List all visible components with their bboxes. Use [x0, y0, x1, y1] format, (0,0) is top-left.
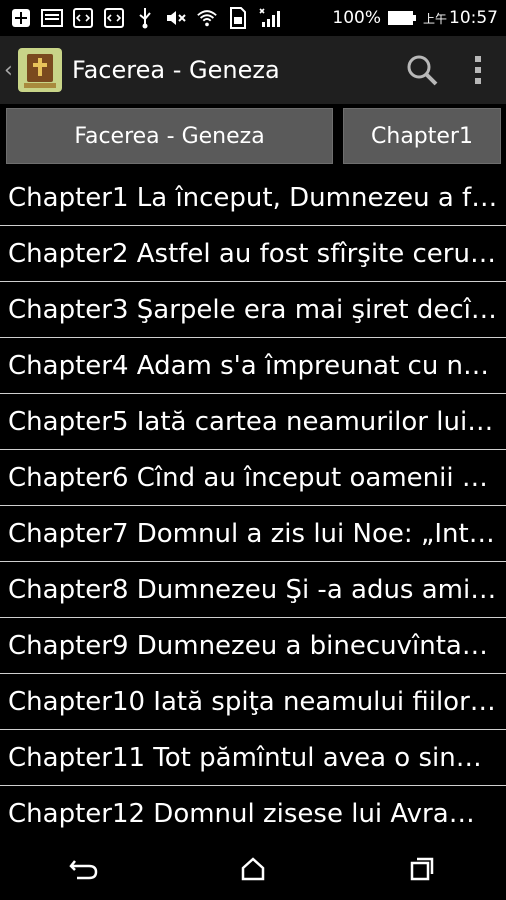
list-item[interactable]: Chapter9 Dumnezeu a binecuvîntat pe Noe — [0, 618, 506, 674]
status-bar: 100% 上午 10:57 — [0, 0, 506, 36]
list-item[interactable]: Chapter1 La început, Dumnezeu a făcut ce… — [0, 170, 506, 226]
list-item[interactable]: Chapter10 Iată spiţa neamului fiilor lui… — [0, 674, 506, 730]
back-button[interactable] — [54, 844, 114, 894]
chapter-label: Chapter6 Cînd au început oamenii să se î… — [8, 462, 498, 493]
battery-icon — [387, 8, 417, 28]
chapter-label: Chapter12 Domnul zisese lui Avram: „Ieşi… — [8, 798, 498, 829]
search-icon — [407, 55, 438, 86]
list-item[interactable]: Chapter6 Cînd au început oamenii să se î… — [0, 450, 506, 506]
list-item[interactable]: Chapter5 Iată cartea neamurilor lui Adam… — [0, 394, 506, 450]
mute-icon — [165, 8, 187, 28]
add-icon — [10, 8, 32, 28]
chapter-label: Chapter7 Domnul a zis lui Noe: „Intră în… — [8, 518, 498, 549]
list-item[interactable]: Chapter3 Şarpele era mai şiret decît toa… — [0, 282, 506, 338]
list-item[interactable]: Chapter2 Astfel au fost sfîrşite ceruril… — [0, 226, 506, 282]
sim-icon — [227, 7, 249, 29]
back-icon — [69, 860, 98, 880]
chapter-list[interactable]: Chapter1 La început, Dumnezeu a făcut ce… — [0, 170, 506, 838]
recent-apps-button[interactable] — [392, 844, 452, 894]
home-icon — [241, 857, 265, 881]
code-icon — [103, 8, 125, 28]
chapter-label: Chapter8 Dumnezeu Şi -a adus aminte de N… — [8, 574, 498, 605]
chapter-label: Chapter2 Astfel au fost sfîrşite ceruril… — [8, 238, 498, 269]
chapter-label: Chapter10 Iată spiţa neamului fiilor lui… — [8, 686, 498, 717]
chapter-label: Chapter11 Tot pămîntul avea o singură li… — [8, 742, 498, 773]
clock-time: 10:57 — [449, 8, 498, 28]
search-button[interactable] — [394, 36, 450, 104]
bible-app-icon[interactable] — [18, 48, 62, 92]
chapter-label: Chapter9 Dumnezeu a binecuvîntat pe Noe — [8, 630, 498, 661]
wifi-icon — [196, 8, 218, 28]
chapter-label: Chapter3 Şarpele era mai şiret decît toa… — [8, 294, 498, 325]
list-item[interactable]: Chapter12 Domnul zisese lui Avram: „Ieşi… — [0, 786, 506, 838]
overflow-menu-icon — [475, 56, 481, 84]
image-icon — [41, 8, 63, 28]
book-selector-button[interactable]: Facerea - Geneza — [6, 108, 333, 164]
recent-apps-icon — [410, 857, 433, 881]
code-icon — [72, 8, 94, 28]
usb-icon — [134, 8, 156, 29]
chapter-selector-button[interactable]: Chapter1 — [343, 108, 501, 164]
overflow-menu-button[interactable] — [450, 36, 506, 104]
navigation-bar — [0, 838, 506, 900]
list-item[interactable]: Chapter11 Tot pămîntul avea o singură li… — [0, 730, 506, 786]
list-item[interactable]: Chapter8 Dumnezeu Şi -a adus aminte de N… — [0, 562, 506, 618]
chapter-label: Chapter1 La început, Dumnezeu a făcut ce… — [8, 182, 498, 213]
clock-prefix: 上午 — [422, 12, 447, 26]
chapter-label: Chapter4 Adam s'a împreunat cu nevastă-s… — [8, 350, 498, 381]
up-caret-icon[interactable]: ‹ — [4, 58, 14, 83]
chapter-label: Chapter5 Iată cartea neamurilor lui Adam… — [8, 406, 498, 437]
action-bar: ‹ Facerea - Geneza — [0, 36, 506, 104]
list-item[interactable]: Chapter4 Adam s'a împreunat cu nevastă-s… — [0, 338, 506, 394]
page-title: Facerea - Geneza — [72, 56, 280, 84]
signal-icon — [258, 8, 280, 28]
battery-percent: 100% — [332, 8, 381, 28]
selector-bar: Facerea - Geneza Chapter1 — [0, 104, 506, 170]
home-button[interactable] — [223, 844, 283, 894]
list-item[interactable]: Chapter7 Domnul a zis lui Noe: „Intră în… — [0, 506, 506, 562]
